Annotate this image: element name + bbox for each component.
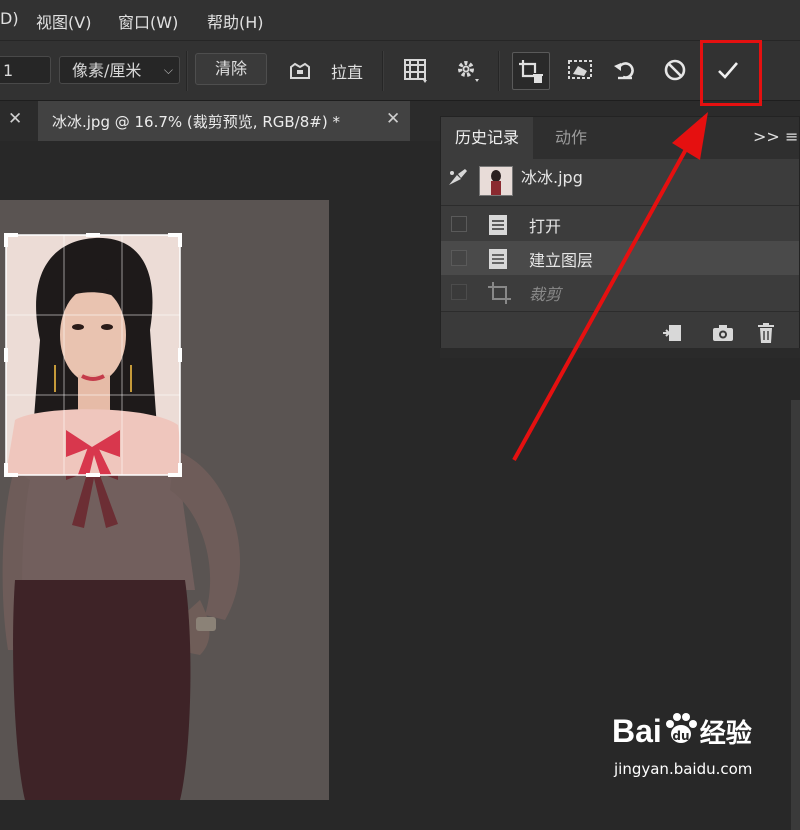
paw-icon: du	[662, 712, 700, 744]
watermark-brand: Bai	[612, 713, 662, 749]
watermark-brand-suffix: 经验	[699, 718, 752, 748]
baidu-watermark: Bai du 经验 jingyan.baidu.com	[612, 712, 792, 792]
svg-text:du: du	[672, 729, 689, 743]
watermark-url: jingyan.baidu.com	[614, 760, 753, 778]
annotation-arrow	[512, 112, 708, 461]
